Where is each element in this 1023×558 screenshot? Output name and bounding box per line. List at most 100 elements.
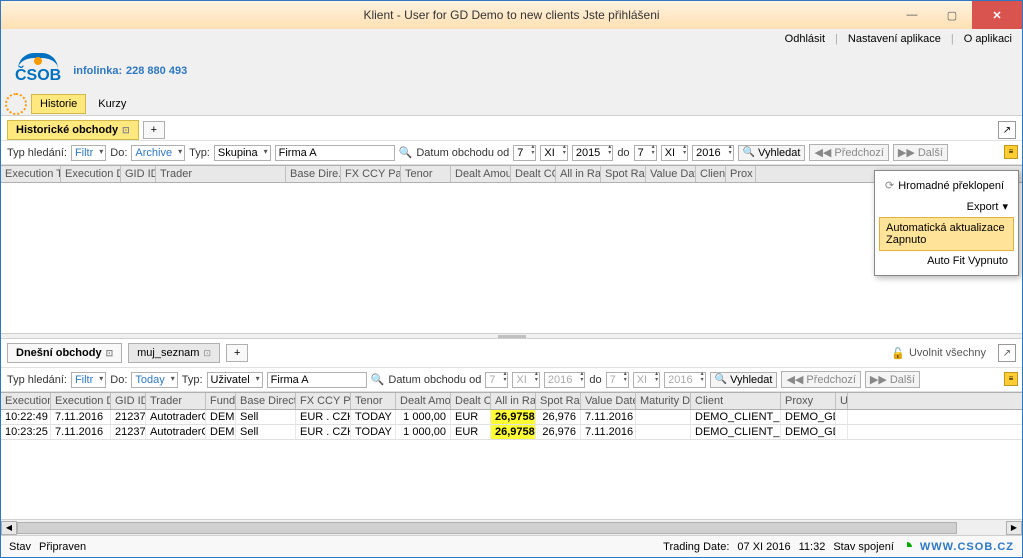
column-header[interactable]: Execution Date: [61, 166, 121, 182]
date-from-month[interactable]: XI: [540, 145, 567, 161]
unlock-icon[interactable]: 🔓: [891, 347, 905, 360]
popout-icon[interactable]: ↗: [998, 344, 1016, 362]
typ-hledani-select[interactable]: Filtr: [71, 372, 106, 388]
tab-muj-seznam[interactable]: muj_seznam⊡: [128, 343, 220, 363]
column-header[interactable]: Spot Rate: [601, 166, 646, 182]
tab-historicke-obchody[interactable]: Historické obchody⊡: [7, 120, 139, 140]
do-select[interactable]: Archive: [131, 145, 185, 161]
table-row[interactable]: 10:23:257.11.20162123776AutotraderCZDEMO…: [1, 425, 1022, 440]
logout-link[interactable]: Odhlásit: [785, 33, 825, 45]
column-header[interactable]: Trader: [146, 393, 206, 409]
vyhledat-button[interactable]: 🔍Vyhledat: [710, 372, 778, 388]
hromadne-preklopeni[interactable]: Hromadné překlopení: [879, 175, 1014, 196]
typ-select[interactable]: Uživatel: [207, 372, 263, 388]
swirl-icon[interactable]: [5, 93, 27, 115]
infolinka: infolinka: 228 880 493: [73, 61, 187, 77]
column-header[interactable]: Execution Time: [1, 393, 51, 409]
top-menu: Odhlásit | Nastavení aplikace | O aplika…: [1, 29, 1022, 49]
column-header[interactable]: Dealt Amount: [396, 393, 451, 409]
close-button[interactable]: ✕: [972, 1, 1022, 29]
table-row[interactable]: 10:22:497.11.20162123775AutotraderCZDEMO…: [1, 410, 1022, 425]
pin-icon[interactable]: ⊡: [106, 348, 114, 359]
section2-grid-body: 10:22:497.11.20162123775AutotraderCZDEMO…: [1, 410, 1022, 519]
maximize-button[interactable]: ▢: [932, 1, 972, 29]
column-header[interactable]: U: [836, 393, 848, 409]
clock: 11:32: [799, 541, 826, 553]
section1-filterbar: Typ hledání: Filtr Do: Archive Typ: Skup…: [1, 140, 1022, 165]
trading-date: 07 XI 2016: [737, 541, 790, 553]
search-icon[interactable]: 🔍: [399, 146, 413, 159]
section2-grid-header: Execution TimeExecution DateGID IDTrader…: [1, 392, 1022, 410]
column-header[interactable]: Value Date: [646, 166, 696, 182]
add-tab-button[interactable]: +: [143, 121, 165, 139]
options-button[interactable]: ≡: [1004, 145, 1018, 159]
column-header[interactable]: Execution Time: [1, 166, 61, 182]
column-header[interactable]: Client: [691, 393, 781, 409]
options-popup: Hromadné překlopení Export ▾ Automatická…: [874, 170, 1019, 276]
column-header[interactable]: Tenor: [351, 393, 396, 409]
column-header[interactable]: Tenor: [401, 166, 451, 182]
firma-input[interactable]: Firma A: [275, 145, 395, 161]
typ-hledani-select[interactable]: Filtr: [71, 145, 106, 161]
column-header[interactable]: FX CCY Pair: [341, 166, 401, 182]
dalsi-button[interactable]: ▶▶ Další: [865, 371, 920, 388]
export-menu[interactable]: Export ▾: [879, 196, 1014, 217]
date-from-day[interactable]: 7: [513, 145, 536, 161]
column-header[interactable]: Value Date: [581, 393, 636, 409]
predchozi-button[interactable]: ◀◀ Předchozí: [809, 144, 888, 161]
vyhledat-button[interactable]: 🔍Vyhledat: [738, 145, 806, 161]
column-header[interactable]: All in Rate: [556, 166, 601, 182]
pin-icon[interactable]: ⊡: [203, 348, 211, 359]
predchozi-button[interactable]: ◀◀ Předchozí: [781, 371, 860, 388]
add-tab-button[interactable]: +: [226, 344, 248, 362]
section2-tabs: Dnešní obchody⊡ muj_seznam⊡ + 🔓 Uvolnit …: [1, 339, 1022, 367]
search-icon[interactable]: 🔍: [371, 373, 385, 386]
dalsi-button[interactable]: ▶▶ Další: [893, 144, 948, 161]
date-to-month[interactable]: XI: [661, 145, 688, 161]
firma-input[interactable]: Firma A: [267, 372, 367, 388]
column-header[interactable]: Dealt CCY: [511, 166, 556, 182]
minimize-button[interactable]: —: [892, 1, 932, 29]
auto-aktualizace[interactable]: Automatická aktualizace Zapnuto: [879, 217, 1014, 251]
about-link[interactable]: O aplikaci: [964, 33, 1012, 45]
column-header[interactable]: Base Direction: [236, 393, 296, 409]
csob-link[interactable]: WWW.CSOB.CZ: [920, 541, 1014, 553]
connection-icon: [902, 542, 912, 552]
column-header[interactable]: Maturity Date: [636, 393, 691, 409]
tab-kurzy[interactable]: Kurzy: [90, 95, 134, 113]
auto-fit[interactable]: Auto Fit Vypnuto: [879, 251, 1014, 271]
column-header[interactable]: GID ID: [121, 166, 156, 182]
pin-icon[interactable]: ⊡: [122, 125, 130, 136]
column-header[interactable]: Trader: [156, 166, 286, 182]
column-header[interactable]: Fund: [206, 393, 236, 409]
column-header[interactable]: Dealt CCY: [451, 393, 491, 409]
date-to-day[interactable]: 7: [634, 145, 657, 161]
scroll-thumb[interactable]: [17, 522, 957, 534]
scroll-right-icon[interactable]: ▶: [1006, 521, 1022, 535]
uvolnit-vsechny[interactable]: Uvolnit všechny: [909, 347, 986, 359]
date-from-year[interactable]: 2015: [572, 145, 613, 161]
horizontal-scrollbar[interactable]: ◀ ▶: [1, 519, 1022, 535]
column-header[interactable]: GID ID: [111, 393, 146, 409]
do-select[interactable]: Today: [131, 372, 177, 388]
tab-dnesni-obchody[interactable]: Dnešní obchody⊡: [7, 343, 122, 363]
typ-select[interactable]: Skupina: [214, 145, 271, 161]
column-header[interactable]: Client: [696, 166, 726, 182]
options-button[interactable]: ≡: [1004, 372, 1018, 386]
popout-icon[interactable]: ↗: [998, 121, 1016, 139]
column-header[interactable]: All in Rate: [491, 393, 536, 409]
column-header[interactable]: FX CCY Pair: [296, 393, 351, 409]
date-to-year[interactable]: 2016: [692, 145, 733, 161]
column-header[interactable]: Execution Date: [51, 393, 111, 409]
column-header[interactable]: Spot Rate: [536, 393, 581, 409]
status-bar: Stav Připraven Trading Date: 07 XI 2016 …: [1, 535, 1022, 557]
column-header[interactable]: Dealt Amount: [451, 166, 511, 182]
app-settings-link[interactable]: Nastavení aplikace: [848, 33, 941, 45]
title-bar: Klient - User for GD Demo to new clients…: [1, 1, 1022, 29]
scroll-left-icon[interactable]: ◀: [1, 521, 17, 535]
column-header[interactable]: Base Dire...: [286, 166, 341, 182]
tab-historie[interactable]: Historie: [31, 94, 86, 114]
date-to-month: XI: [633, 372, 660, 388]
column-header[interactable]: Proxy: [781, 393, 836, 409]
column-header[interactable]: Prox: [726, 166, 756, 182]
